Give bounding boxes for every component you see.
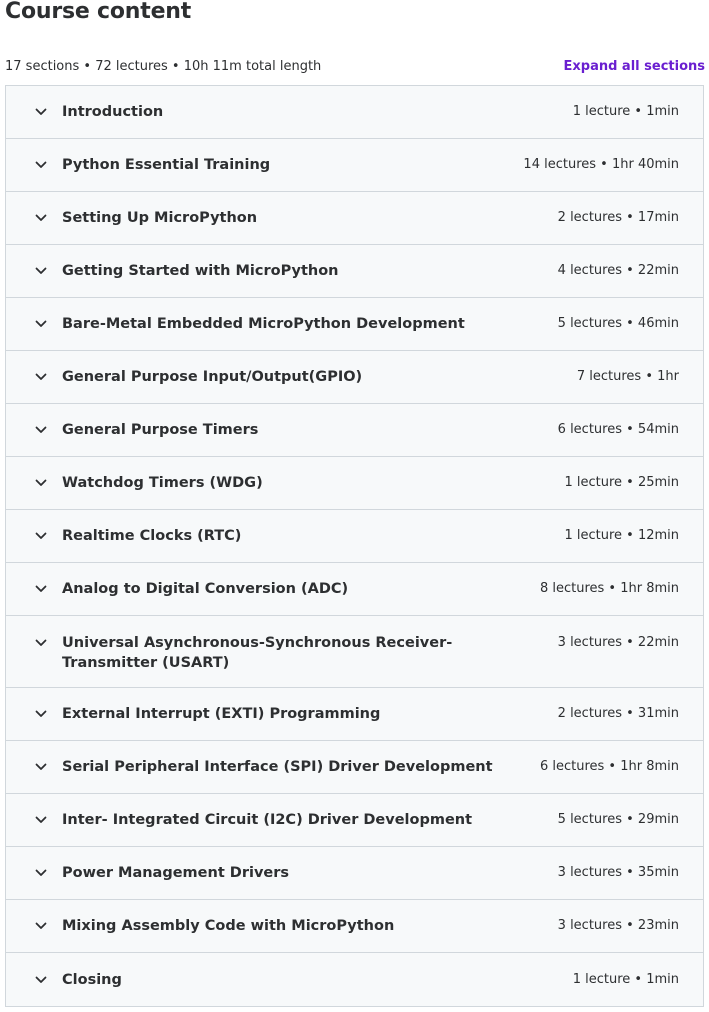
course-summary-row: 17 sections • 72 lectures • 10h 11m tota… <box>5 57 705 75</box>
chevron-down-icon <box>34 529 48 543</box>
chevron-down-icon <box>34 105 48 119</box>
chevron-down-icon <box>34 973 48 987</box>
section-title: External Interrupt (EXTI) Programming <box>62 706 381 722</box>
page-title: Course content <box>5 0 192 24</box>
chevron-down-icon <box>34 813 48 827</box>
section-title: General Purpose Input/Output(GPIO) <box>62 369 363 385</box>
section-title: Watchdog Timers (WDG) <box>62 475 263 491</box>
section-meta: 2 lectures • 17min <box>557 210 679 225</box>
section-item[interactable]: Analog to Digital Conversion (ADC) 8 lec… <box>6 563 703 616</box>
section-item[interactable]: General Purpose Input/Output(GPIO) 7 lec… <box>6 351 703 404</box>
section-title: Python Essential Training <box>62 157 271 173</box>
section-title: Inter- Integrated Circuit (I2C) Driver D… <box>62 812 473 828</box>
section-item[interactable]: Universal Asynchronous-Synchronous Recei… <box>6 616 703 688</box>
section-title: Bare-Metal Embedded MicroPython Developm… <box>62 316 465 332</box>
section-item[interactable]: General Purpose Timers 6 lectures • 54mi… <box>6 404 703 457</box>
section-item[interactable]: Closing 1 lecture • 1min <box>6 953 703 1006</box>
section-meta: 1 lecture • 12min <box>564 528 679 543</box>
section-meta: 3 lectures • 22min <box>557 635 679 650</box>
section-title: Setting Up MicroPython <box>62 210 258 226</box>
expand-all-sections-button[interactable]: Expand all sections <box>564 59 706 74</box>
chevron-down-icon <box>34 866 48 880</box>
section-item[interactable]: Setting Up MicroPython 2 lectures • 17mi… <box>6 192 703 245</box>
section-title: Mixing Assembly Code with MicroPython <box>62 918 395 934</box>
chevron-down-icon <box>34 476 48 490</box>
chevron-down-icon <box>34 370 48 384</box>
chevron-down-icon <box>34 423 48 437</box>
section-title: Introduction <box>62 104 164 120</box>
section-title: Realtime Clocks (RTC) <box>62 528 242 544</box>
section-title: Closing <box>62 971 122 988</box>
chevron-down-icon <box>34 158 48 172</box>
section-meta: 2 lectures • 31min <box>557 706 679 721</box>
section-meta: 1 lecture • 25min <box>564 475 679 490</box>
chevron-down-icon <box>34 760 48 774</box>
section-meta: 1 lecture • 1min <box>572 971 679 987</box>
chevron-down-icon <box>34 264 48 278</box>
section-meta: 7 lectures • 1hr <box>576 369 679 384</box>
section-title: Serial Peripheral Interface (SPI) Driver… <box>62 759 493 775</box>
section-title: Getting Started with MicroPython <box>62 263 339 279</box>
section-meta: 8 lectures • 1hr 8min <box>539 581 679 596</box>
section-item[interactable]: Serial Peripheral Interface (SPI) Driver… <box>6 741 703 794</box>
section-title: Analog to Digital Conversion (ADC) <box>62 581 349 597</box>
section-meta: 14 lectures • 1hr 40min <box>523 157 679 172</box>
section-item[interactable]: Introduction 1 lecture • 1min <box>6 86 703 139</box>
section-item[interactable]: External Interrupt (EXTI) Programming 2 … <box>6 688 703 741</box>
chevron-down-icon <box>34 919 48 933</box>
course-summary: 17 sections • 72 lectures • 10h 11m tota… <box>5 58 322 74</box>
section-item[interactable]: Mixing Assembly Code with MicroPython 3 … <box>6 900 703 953</box>
chevron-down-icon <box>34 582 48 596</box>
section-title: Universal Asynchronous-Synchronous Recei… <box>62 635 453 671</box>
chevron-down-icon <box>34 317 48 331</box>
section-item[interactable]: Inter- Integrated Circuit (I2C) Driver D… <box>6 794 703 847</box>
section-item[interactable]: Python Essential Training 14 lectures • … <box>6 139 703 192</box>
section-meta: 3 lectures • 23min <box>557 918 679 933</box>
sections-list: Introduction 1 lecture • 1min Python Ess… <box>5 85 704 1007</box>
section-item[interactable]: Realtime Clocks (RTC) 1 lecture • 12min <box>6 510 703 563</box>
section-meta: 5 lectures • 29min <box>557 812 679 827</box>
chevron-down-icon <box>34 211 48 225</box>
chevron-down-icon <box>34 707 48 721</box>
section-item[interactable]: Power Management Drivers 3 lectures • 35… <box>6 847 703 900</box>
section-title: Power Management Drivers <box>62 865 290 881</box>
section-title: General Purpose Timers <box>62 422 259 438</box>
section-item[interactable]: Getting Started with MicroPython 4 lectu… <box>6 245 703 298</box>
section-item[interactable]: Bare-Metal Embedded MicroPython Developm… <box>6 298 703 351</box>
section-meta: 1 lecture • 1min <box>572 104 679 119</box>
chevron-down-icon <box>34 636 48 650</box>
section-item[interactable]: Watchdog Timers (WDG) 1 lecture • 25min <box>6 457 703 510</box>
section-meta: 6 lectures • 54min <box>557 422 679 437</box>
section-meta: 4 lectures • 22min <box>557 263 679 278</box>
section-meta: 3 lectures • 35min <box>557 865 679 880</box>
section-meta: 5 lectures • 46min <box>557 316 679 331</box>
section-meta: 6 lectures • 1hr 8min <box>539 759 679 774</box>
